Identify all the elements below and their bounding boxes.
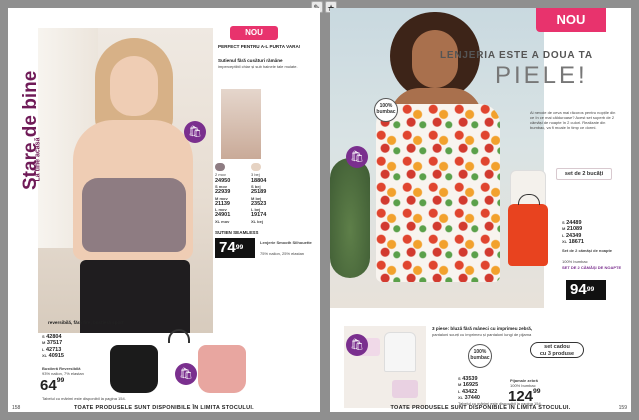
color-name-bej: 3 bej — [251, 172, 260, 177]
nightdress-product-name: SET DE 2 CĂMĂȘI DE NOAPTE — [562, 265, 622, 270]
model-photo — [38, 28, 213, 333]
color-name-mov: 2 mov — [215, 172, 226, 177]
bottom-title: reversibilă, fără fire, bustieră sport — [48, 320, 124, 325]
intro-text: Ai nevoie de ceva mai răcoros pentru nop… — [530, 110, 616, 130]
nightdress-title: Set de 2 cămăși de noapte — [562, 248, 613, 253]
catalog-page-left: Stare de bine La tine acasă 🛍 NOU PERFEC… — [8, 8, 320, 412]
floral-nightdress-image — [376, 104, 500, 282]
page-number: 159 — [618, 405, 627, 411]
back-view-photo — [221, 89, 261, 159]
section-title: Stare de bine La tine acasă — [20, 70, 42, 190]
zebra-top — [384, 332, 416, 372]
product-note-title: Lenjerie Smooth Silhouette — [260, 240, 312, 245]
bottom-price: 6499 — [40, 377, 65, 394]
description-title: Sutienul fără cusături rămâne — [218, 58, 283, 63]
reversible-arrow-icon — [168, 329, 190, 343]
cotton-badge: 100% bumbac — [374, 98, 398, 122]
bottom-codes: S 42804 M 37517 L 42713 XL 40915 — [42, 334, 64, 360]
new-badge: NOU — [230, 26, 278, 40]
nightdress-price-tag: 9499 — [566, 280, 606, 300]
catalog-viewer: ✎ ★ Stare de bine La tine acasă 🛍 NOU PE… — [0, 0, 639, 420]
stock-footer: TOATE PRODUSELE SUNT DISPONIBILE ÎN LIMI… — [74, 405, 254, 411]
add-to-bag-icon[interactable]: 🛍 — [346, 146, 368, 168]
tagline: PERFECT PENTRU A-L PURTA VARA! — [218, 44, 301, 49]
set-size-label: set de 2 bucăți — [556, 168, 612, 180]
stock-footer: TOATE PRODUSELE SUNT DISPONIBILE ÎN LIMI… — [390, 405, 571, 411]
description-body: imperceptibil chiar și sub hainele tale … — [218, 64, 298, 69]
bottom-product-material: 93% nailon, 7% elastan — [42, 371, 84, 376]
color-swatch-bej[interactable] — [251, 163, 261, 171]
product-codes-mov: 24950 S mov 22939 M mov 21139 L mov 2490… — [215, 178, 231, 224]
black-sports-bra — [110, 345, 158, 393]
product-label: SUTIEN SEAMLESS — [215, 230, 259, 235]
printed-pants — [392, 380, 418, 398]
product-note-body: 75% nailon, 25% elastan — [260, 251, 305, 256]
pink-sports-bra — [198, 345, 246, 393]
price-tag: 7499 — [215, 238, 255, 258]
new-badge: NOU — [536, 8, 606, 32]
add-to-bag-icon[interactable]: 🛍 — [184, 121, 206, 143]
page-number: 158 — [12, 405, 21, 411]
add-to-bag-icon-sports[interactable]: 🛍 — [175, 363, 197, 385]
pajama-codes: S 43539 M 16925 L 43422 XL 37440 — [458, 376, 480, 402]
pajama-title: 3 piese: bluză fără mâneci cu imprimeu z… — [432, 326, 533, 331]
cotton-badge-pajama: 100% bumbac — [468, 344, 492, 368]
pajama-body: pantaloni scurți cu imprimeu și pantalon… — [432, 332, 532, 337]
product-codes-bej: 18804 S bej 25189 M bej 23523 L bej 1917… — [251, 178, 267, 224]
add-to-bag-icon-pajama[interactable]: 🛍 — [346, 334, 368, 356]
gift-set-label: set cadou cu 3 produse — [530, 342, 584, 358]
color-swatch-mov[interactable] — [215, 163, 225, 171]
nightdress-material: 100% bumbac — [562, 259, 588, 264]
page-heading: LENJERIA ESTE A DOUA TA PIELE! — [440, 50, 593, 89]
nightdress-codes: S 24489 M 21089 L 24349 XL 18671 — [562, 220, 584, 246]
orange-nightdress-image — [508, 194, 548, 266]
bra-product-image — [82, 178, 186, 252]
catalog-page-right: NOU LENJERIA ESTE A DOUA TA PIELE! 100% … — [330, 8, 631, 412]
